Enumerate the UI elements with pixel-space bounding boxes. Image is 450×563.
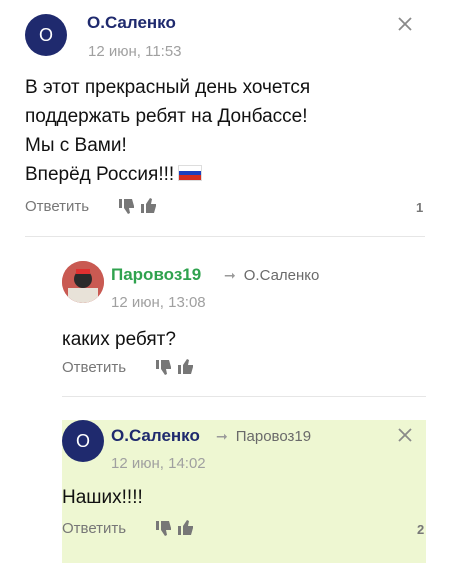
comment-line: Мы с Вами! <box>25 135 127 156</box>
divider <box>62 396 426 397</box>
russia-flag-icon <box>178 165 203 181</box>
comment-date: 12 июн, 13:08 <box>111 294 206 311</box>
avatar[interactable]: О <box>25 14 67 56</box>
reply-to[interactable]: ➞ О.Саленко <box>224 267 319 284</box>
comment-actions: Ответить <box>62 519 199 537</box>
reply-button[interactable]: Ответить <box>25 198 89 215</box>
author-name[interactable]: О.Саленко <box>87 13 176 33</box>
comment-date: 12 июн, 11:53 <box>88 43 182 60</box>
close-icon[interactable] <box>397 16 413 32</box>
comment-2: Паровоз19 ➞ О.Саленко 12 июн, 13:08 каки… <box>0 237 450 417</box>
avatar[interactable] <box>62 261 104 303</box>
comment-actions: Ответить <box>25 197 162 215</box>
avatar-letter: О <box>38 24 53 45</box>
like-icon[interactable] <box>177 358 199 376</box>
comment-text: Наших!!!! <box>62 487 143 508</box>
author-name[interactable]: О.Саленко <box>111 426 200 446</box>
reply-to-name: Паровоз19 <box>235 428 312 445</box>
comment-date: 12 июн, 14:02 <box>111 455 206 472</box>
comment-line-with-flag: Вперёд Россия!!! <box>25 160 310 189</box>
dislike-icon[interactable] <box>155 519 177 537</box>
avatar-photo-icon <box>62 261 104 303</box>
reply-button[interactable]: Ответить <box>62 359 126 376</box>
close-icon[interactable] <box>397 427 413 443</box>
reply-button[interactable]: Ответить <box>62 520 126 537</box>
likes-count: 2 <box>417 522 425 537</box>
comment-text: каких ребят? <box>62 329 176 350</box>
comment-line: В этот прекрасный день хочется <box>25 77 311 98</box>
comment-line: Вперёд Россия!!! <box>25 164 175 185</box>
comment-1: О О.Саленко 12 июн, 11:53 В этот прекрас… <box>0 0 450 235</box>
comment-actions: Ответить <box>62 358 199 376</box>
comment-text: В этот прекрасный день хочется поддержат… <box>25 73 310 189</box>
dislike-icon[interactable] <box>155 358 177 376</box>
reply-to-name: О.Саленко <box>243 267 320 284</box>
comment-line: поддержать ребят на Донбассе! <box>25 106 308 127</box>
reply-arrow-icon: ➞ <box>216 428 228 444</box>
reply-arrow-icon: ➞ <box>224 267 236 283</box>
like-icon[interactable] <box>140 197 162 215</box>
author-name[interactable]: Паровоз19 <box>111 265 201 285</box>
like-icon[interactable] <box>177 519 199 537</box>
dislike-icon[interactable] <box>118 197 140 215</box>
reply-to[interactable]: ➞ Паровоз19 <box>216 428 311 445</box>
comment-3: О О.Саленко ➞ Паровоз19 12 июн, 14:02 На… <box>0 420 450 563</box>
avatar[interactable]: О <box>62 420 104 462</box>
likes-count: 1 <box>416 200 424 215</box>
avatar-letter: О <box>75 430 90 451</box>
